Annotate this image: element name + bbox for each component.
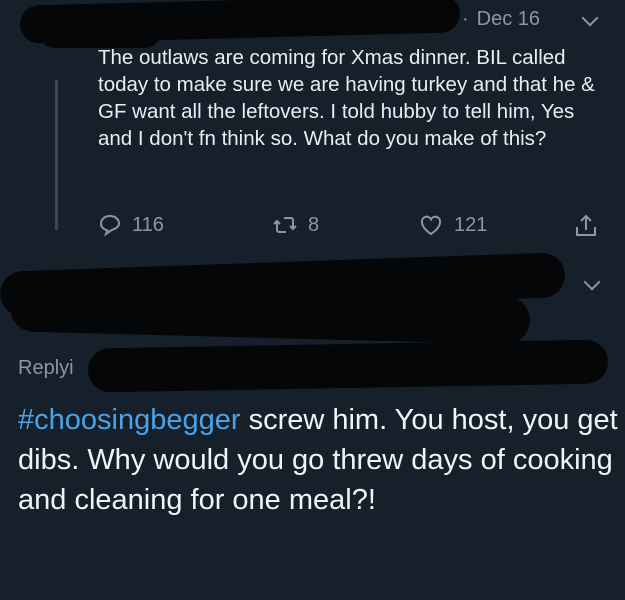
retweet-button[interactable]: 8 xyxy=(272,213,319,237)
tweet-date: Dec 16 xyxy=(476,8,541,30)
retweet-icon xyxy=(273,217,297,233)
like-button[interactable]: 121 xyxy=(418,213,487,237)
reply-icon xyxy=(99,214,121,237)
like-count: 121 xyxy=(454,213,488,236)
chevron-down-icon[interactable] xyxy=(581,9,599,27)
tweet-text: The outlaws are coming for Xmas dinner. … xyxy=(98,46,595,150)
chevron-down-icon-2[interactable] xyxy=(583,273,601,291)
thread-line xyxy=(55,80,58,230)
tweet-action-bar: 116 8 121 xyxy=(0,213,625,245)
hashtag-link[interactable]: #choosingbegger xyxy=(18,404,241,436)
redaction-replying-to xyxy=(87,339,609,393)
share-button[interactable] xyxy=(574,213,608,239)
reply-text: #choosingbegger screw him. You host, you… xyxy=(18,400,618,520)
retweet-count: 8 xyxy=(308,213,320,236)
replying-to-label: Replyi xyxy=(18,357,74,379)
reply-button[interactable]: 116 xyxy=(98,213,164,237)
like-icon xyxy=(420,215,442,236)
share-icon xyxy=(576,214,596,236)
reply-count: 116 xyxy=(132,213,164,236)
tweet-date-row: · Dec 16 xyxy=(462,8,541,30)
